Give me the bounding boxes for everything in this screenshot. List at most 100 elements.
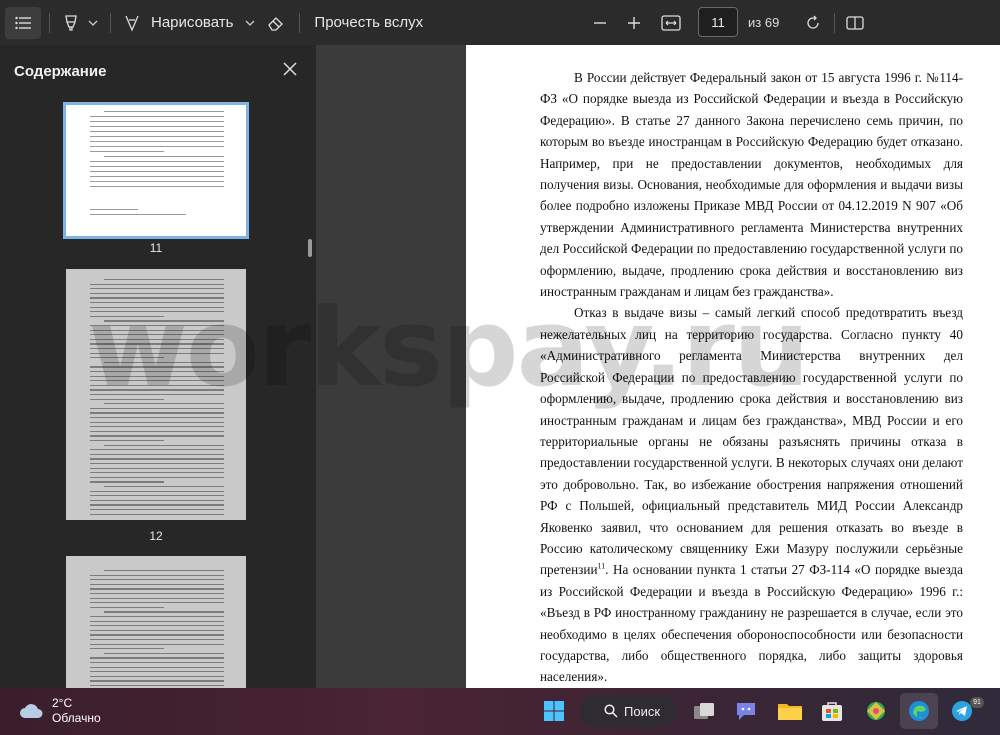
thumbnail-text-line: [90, 504, 224, 506]
file-explorer-button[interactable]: [776, 697, 804, 725]
notification-badge: 91: [970, 697, 984, 708]
edge-browser-button[interactable]: [905, 697, 933, 725]
page-number-input[interactable]: 11: [698, 7, 738, 37]
task-view-icon: [694, 703, 714, 719]
zoom-in-button[interactable]: [622, 7, 646, 39]
thumbnail-text-line: [90, 675, 224, 677]
thumbnail-text-line: [90, 214, 186, 216]
taskbar-search[interactable]: Поиск: [580, 695, 678, 727]
thumbnail-text-line: [90, 639, 224, 641]
zoom-out-button[interactable]: [588, 7, 612, 39]
thumbnail-text-line: [90, 357, 164, 359]
highlight-button[interactable]: [58, 7, 84, 39]
thumbnail-text-line: [90, 394, 224, 396]
toolbar-divider: [299, 12, 301, 33]
weather-temperature: 2°C: [52, 696, 73, 710]
thumbnail-text-line: [90, 509, 224, 511]
draw-options-button[interactable]: [239, 7, 261, 39]
list-icon: [15, 16, 31, 29]
thumbnail-text-line: [90, 481, 164, 483]
thumbnail-text-line: [90, 292, 224, 294]
highlighter-icon: [65, 14, 77, 31]
page-thumbnail-11[interactable]: [63, 102, 249, 239]
thumbnail-text-line: [90, 430, 224, 432]
thumbnail-text-line: [90, 398, 164, 400]
thumbnail-text-line: [90, 625, 224, 627]
chat-app-button[interactable]: [732, 697, 760, 725]
thumbnail-text-line: [90, 593, 224, 595]
plus-icon: [628, 16, 640, 29]
fit-width-button[interactable]: [658, 7, 684, 39]
thumbnail-text-line: [90, 302, 224, 304]
thumbnail-text-line: [90, 166, 224, 168]
thumbnail-text-line: [90, 453, 224, 455]
thumbnail-text-line: [90, 136, 224, 138]
thumbnail-text-line: [90, 384, 224, 386]
search-label: Поиск: [624, 703, 661, 719]
toolbar: Нарисовать Прочесть вслух 11 из 69: [0, 0, 1000, 45]
draw-tool-icon-button[interactable]: [119, 7, 145, 39]
thumbnail-text-line: [90, 634, 224, 636]
start-button[interactable]: [540, 697, 568, 725]
chevron-down-icon: [245, 20, 255, 26]
two-page-view-icon: [846, 15, 864, 30]
page-thumbnail-13[interactable]: [66, 556, 246, 688]
thumbnail-text-line: [90, 467, 224, 469]
thumbnail-text-line: [90, 186, 224, 188]
thumbnail-footnote-rule: [90, 209, 138, 211]
page-view-button[interactable]: [842, 7, 868, 39]
thumbnail-text-line: [90, 685, 224, 687]
weather-widget[interactable]: 2°C Облачно: [18, 696, 101, 726]
thumbnail-text-line: [90, 176, 224, 178]
thumbnail-text-line: [90, 334, 224, 336]
thumbnail-text-line: [90, 315, 164, 317]
read-aloud-button[interactable]: Прочесть вслух: [308, 7, 429, 39]
thumbnail-text-line: [90, 426, 224, 428]
eraser-button[interactable]: [261, 7, 291, 39]
thumbnail-text-line: [90, 329, 224, 331]
thumbnail-text-line: [90, 476, 224, 478]
page-thumbnail-12[interactable]: [66, 269, 246, 520]
thumbnail-text-line: [104, 652, 224, 654]
draw-button[interactable]: Нарисовать: [145, 7, 239, 39]
thumbnail-text-line: [90, 131, 224, 133]
rotate-icon: [807, 15, 819, 29]
task-view-button[interactable]: [690, 697, 718, 725]
thumbnail-text-line: [90, 380, 224, 382]
thumbnail-text-line: [90, 283, 224, 285]
thumbnail-text-line: [90, 629, 224, 631]
page-thumbnail-number: 11: [149, 241, 163, 255]
thumbnail-text-line: [90, 671, 224, 673]
gallery-app-button[interactable]: [862, 697, 890, 725]
thumbnail-text-line: [90, 458, 224, 460]
taskbar: 2°C Облачно Поиск: [0, 688, 1000, 735]
thumbnail-text-line: [90, 440, 164, 442]
page-thumbnail-number: 12: [149, 529, 163, 543]
eraser-icon: [268, 16, 284, 31]
thumbnail-text-line: [90, 513, 224, 515]
page-text: В России действует Федеральный закон от …: [540, 67, 963, 688]
folder-icon: [778, 704, 802, 720]
thumbnail-text-line: [90, 490, 224, 492]
thumbnail-text-line: [90, 421, 224, 423]
thumbnail-text-line: [90, 620, 224, 622]
thumbnail-text-line: [104, 111, 224, 113]
close-contents-button[interactable]: [278, 57, 302, 81]
document-viewer[interactable]: В России действует Федеральный закон от …: [316, 45, 1000, 688]
highlight-options-button[interactable]: [84, 7, 102, 39]
rotate-button[interactable]: [800, 7, 826, 39]
contents-toggle-button[interactable]: [5, 6, 41, 39]
weather-text: 2°C Облачно: [52, 696, 101, 726]
thumbnail-text-line: [90, 288, 224, 290]
thumbnail-text-line: [104, 361, 224, 363]
thumbnail-text-line: [90, 435, 224, 437]
thumbnail-text-line: [90, 338, 224, 340]
paragraph-text: Отказ в выдаче визы – самый легкий спосо…: [540, 305, 963, 578]
thumbnail-text-line: [90, 151, 164, 153]
store-button[interactable]: [818, 697, 846, 725]
thumbnail-text-line: [90, 126, 224, 128]
contents-scrollbar[interactable]: [308, 239, 312, 257]
thumbnail-text-line: [90, 348, 224, 350]
thumbnail-text-line: [90, 574, 224, 576]
thumbnail-text-line: [104, 279, 224, 281]
